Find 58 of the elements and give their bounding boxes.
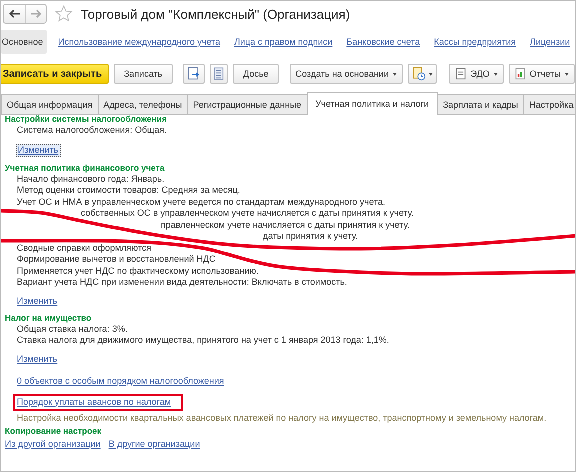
star-icon[interactable] xyxy=(55,5,73,23)
info-text: Формирование вычетов и восстановлений НДС xyxy=(16,254,217,266)
info-text: правленческом учете начисляется с даты принятия к учету. xyxy=(161,220,410,230)
dropdown-button[interactable]: Отчеты xyxy=(508,64,575,84)
tab[interactable]: Адреса, телефоны xyxy=(98,94,188,114)
nav-link[interactable]: Лица с правом подписи xyxy=(227,31,340,53)
tab[interactable]: Учетная политика и налоги xyxy=(306,92,438,115)
nav-link[interactable]: Использование международного учета xyxy=(51,31,228,53)
info-text: Учет ОС и НМА в управленческом учете ведется по стандартам международного учета. xyxy=(16,196,386,208)
tab[interactable]: Регистрационные данные xyxy=(187,94,308,114)
info-text: собственных ОС в управленческом учете начисляется с даты принятия к учету. xyxy=(81,208,414,218)
nav-link[interactable]: Лицензии xyxy=(523,31,575,53)
forward-arrow-icon xyxy=(30,9,42,19)
hint-text: Настройка необходимости квартальных авансовых платежей по налогу на имущество, транспортному и земельному налогам. xyxy=(16,412,548,424)
nav-link[interactable]: Банковские счета xyxy=(340,31,428,53)
info-text: Сводные справки оформляются xyxy=(16,242,152,254)
toolbar-button[interactable]: Записать xyxy=(114,64,173,84)
toolbar-button[interactable]: Досье xyxy=(233,64,279,84)
info-text: Общая ставка налога: 3%. xyxy=(16,324,129,335)
info-text: Начало финансового года: Январь. xyxy=(16,174,166,185)
document-clock-icon xyxy=(412,67,426,81)
dropdown-button[interactable] xyxy=(408,64,437,84)
info-text: Метод оценки стоимости товаров: Средняя за месяц. xyxy=(16,185,242,196)
nav-link[interactable]: Основное xyxy=(1,30,48,54)
link[interactable]: Изменить xyxy=(17,296,58,306)
section-heading: Учетная политика финансового учета xyxy=(5,162,166,174)
link[interactable]: В другие организации xyxy=(108,438,200,450)
caret-icon xyxy=(428,72,433,76)
list-icon xyxy=(214,67,224,81)
info-text: Система налогообложения: Общая. xyxy=(16,125,168,136)
section-heading: Копирование настроек xyxy=(5,424,103,436)
back-arrow-icon xyxy=(8,9,20,19)
caret-icon xyxy=(392,72,397,76)
nav-link[interactable]: Кассы предприятия xyxy=(427,31,524,53)
link[interactable]: Изменить xyxy=(17,354,58,364)
section-heading: Настройки системы налогообложения xyxy=(5,113,168,125)
save-close-button[interactable]: Записать и закрыть xyxy=(1,64,110,84)
tab[interactable]: Настройка xyxy=(523,94,575,114)
link[interactable]: Порядок уплаты авансов по налогам xyxy=(17,396,172,408)
window-title: Торговый дом "Комплексный" (Организация) xyxy=(81,6,350,22)
link[interactable]: Из другой организации xyxy=(5,438,101,450)
link[interactable]: 0 объектов с особым порядком налогообложения xyxy=(17,376,224,386)
dropdown-button[interactable]: Создать на основании xyxy=(290,64,403,84)
caret-icon xyxy=(564,72,569,76)
report-icon xyxy=(514,68,526,80)
icon-button[interactable] xyxy=(210,64,228,84)
document-icon xyxy=(454,68,467,80)
dropdown-button[interactable]: ЭДО xyxy=(448,64,504,84)
caret-icon xyxy=(494,72,498,76)
info-text: Применяется учет НДС по фактическому использованию. xyxy=(16,266,260,277)
icon-button[interactable] xyxy=(183,64,206,84)
tab[interactable]: Зарплата и кадры xyxy=(437,94,524,114)
info-text: Вариант учета НДС при изменении вида деятельности: Включать в стоимость. xyxy=(16,277,348,288)
section-heading: Налог на имущество xyxy=(5,312,93,324)
link[interactable]: Изменить xyxy=(16,144,61,156)
info-text: даты принятия к учету. xyxy=(263,231,358,241)
tab[interactable]: Общая информация xyxy=(1,94,99,114)
info-text: Ставка налога для движимого имущества, принятого на учет с 1 января 2013 года: 1,1%. xyxy=(16,335,390,346)
